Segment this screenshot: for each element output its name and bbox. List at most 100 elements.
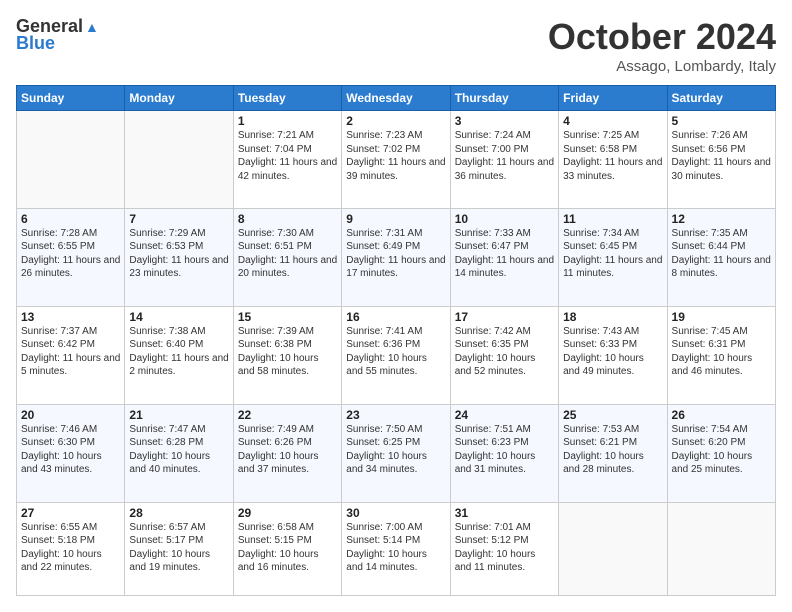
cell-sun-info: Sunrise: 7:35 AM Sunset: 6:44 PM Dayligh… [672, 227, 771, 281]
cell-day-number: 9 [346, 212, 445, 226]
table-row: 20Sunrise: 7:46 AM Sunset: 6:30 PM Dayli… [17, 404, 125, 502]
cell-day-number: 23 [346, 408, 445, 422]
table-row: 7Sunrise: 7:29 AM Sunset: 6:53 PM Daylig… [125, 208, 233, 306]
cell-sun-info: Sunrise: 6:58 AM Sunset: 5:15 PM Dayligh… [238, 521, 337, 575]
cell-sun-info: Sunrise: 7:23 AM Sunset: 7:02 PM Dayligh… [346, 129, 445, 183]
cell-sun-info: Sunrise: 7:41 AM Sunset: 6:36 PM Dayligh… [346, 325, 445, 379]
cell-day-number: 15 [238, 310, 337, 324]
cell-sun-info: Sunrise: 6:55 AM Sunset: 5:18 PM Dayligh… [21, 521, 120, 575]
cell-day-number: 31 [455, 506, 554, 520]
table-row: 16Sunrise: 7:41 AM Sunset: 6:36 PM Dayli… [342, 306, 450, 404]
cell-sun-info: Sunrise: 7:53 AM Sunset: 6:21 PM Dayligh… [563, 423, 662, 477]
cell-sun-info: Sunrise: 7:30 AM Sunset: 6:51 PM Dayligh… [238, 227, 337, 281]
table-row: 23Sunrise: 7:50 AM Sunset: 6:25 PM Dayli… [342, 404, 450, 502]
cell-day-number: 14 [129, 310, 228, 324]
cell-sun-info: Sunrise: 7:49 AM Sunset: 6:26 PM Dayligh… [238, 423, 337, 477]
logo: General ▲ Blue [16, 16, 99, 54]
cell-sun-info: Sunrise: 7:33 AM Sunset: 6:47 PM Dayligh… [455, 227, 554, 281]
col-wednesday: Wednesday [342, 86, 450, 111]
table-row [125, 111, 233, 209]
table-row: 29Sunrise: 6:58 AM Sunset: 5:15 PM Dayli… [233, 502, 341, 595]
table-row: 27Sunrise: 6:55 AM Sunset: 5:18 PM Dayli… [17, 502, 125, 595]
table-row: 18Sunrise: 7:43 AM Sunset: 6:33 PM Dayli… [559, 306, 667, 404]
cell-sun-info: Sunrise: 7:29 AM Sunset: 6:53 PM Dayligh… [129, 227, 228, 281]
title-area: October 2024 Assago, Lombardy, Italy [548, 16, 776, 75]
table-row: 14Sunrise: 7:38 AM Sunset: 6:40 PM Dayli… [125, 306, 233, 404]
page: General ▲ Blue October 2024 Assago, Lomb… [0, 0, 792, 612]
cell-sun-info: Sunrise: 7:34 AM Sunset: 6:45 PM Dayligh… [563, 227, 662, 281]
location: Assago, Lombardy, Italy [548, 58, 776, 75]
cell-day-number: 22 [238, 408, 337, 422]
table-row: 30Sunrise: 7:00 AM Sunset: 5:14 PM Dayli… [342, 502, 450, 595]
cell-day-number: 4 [563, 114, 662, 128]
table-row [667, 502, 775, 595]
table-row: 3Sunrise: 7:24 AM Sunset: 7:00 PM Daylig… [450, 111, 558, 209]
cell-sun-info: Sunrise: 7:47 AM Sunset: 6:28 PM Dayligh… [129, 423, 228, 477]
table-row [17, 111, 125, 209]
table-row [559, 502, 667, 595]
cell-sun-info: Sunrise: 7:26 AM Sunset: 6:56 PM Dayligh… [672, 129, 771, 183]
cell-day-number: 5 [672, 114, 771, 128]
cell-day-number: 24 [455, 408, 554, 422]
col-sunday: Sunday [17, 86, 125, 111]
cell-day-number: 12 [672, 212, 771, 226]
table-row: 21Sunrise: 7:47 AM Sunset: 6:28 PM Dayli… [125, 404, 233, 502]
cell-sun-info: Sunrise: 7:50 AM Sunset: 6:25 PM Dayligh… [346, 423, 445, 477]
cell-sun-info: Sunrise: 7:54 AM Sunset: 6:20 PM Dayligh… [672, 423, 771, 477]
cell-sun-info: Sunrise: 7:21 AM Sunset: 7:04 PM Dayligh… [238, 129, 337, 183]
logo-blue-text: Blue [16, 33, 55, 54]
col-tuesday: Tuesday [233, 86, 341, 111]
table-row: 26Sunrise: 7:54 AM Sunset: 6:20 PM Dayli… [667, 404, 775, 502]
table-row: 4Sunrise: 7:25 AM Sunset: 6:58 PM Daylig… [559, 111, 667, 209]
table-row: 12Sunrise: 7:35 AM Sunset: 6:44 PM Dayli… [667, 208, 775, 306]
cell-sun-info: Sunrise: 7:25 AM Sunset: 6:58 PM Dayligh… [563, 129, 662, 183]
table-row: 10Sunrise: 7:33 AM Sunset: 6:47 PM Dayli… [450, 208, 558, 306]
cell-day-number: 17 [455, 310, 554, 324]
calendar-table: Sunday Monday Tuesday Wednesday Thursday… [16, 85, 776, 596]
cell-day-number: 16 [346, 310, 445, 324]
table-row: 19Sunrise: 7:45 AM Sunset: 6:31 PM Dayli… [667, 306, 775, 404]
cell-day-number: 28 [129, 506, 228, 520]
table-row: 25Sunrise: 7:53 AM Sunset: 6:21 PM Dayli… [559, 404, 667, 502]
col-friday: Friday [559, 86, 667, 111]
col-thursday: Thursday [450, 86, 558, 111]
month-title: October 2024 [548, 16, 776, 58]
cell-day-number: 2 [346, 114, 445, 128]
cell-sun-info: Sunrise: 6:57 AM Sunset: 5:17 PM Dayligh… [129, 521, 228, 575]
cell-day-number: 25 [563, 408, 662, 422]
table-row: 11Sunrise: 7:34 AM Sunset: 6:45 PM Dayli… [559, 208, 667, 306]
cell-day-number: 26 [672, 408, 771, 422]
cell-day-number: 11 [563, 212, 662, 226]
table-row: 15Sunrise: 7:39 AM Sunset: 6:38 PM Dayli… [233, 306, 341, 404]
cell-day-number: 3 [455, 114, 554, 128]
table-row: 31Sunrise: 7:01 AM Sunset: 5:12 PM Dayli… [450, 502, 558, 595]
table-row: 6Sunrise: 7:28 AM Sunset: 6:55 PM Daylig… [17, 208, 125, 306]
cell-sun-info: Sunrise: 7:51 AM Sunset: 6:23 PM Dayligh… [455, 423, 554, 477]
cell-day-number: 8 [238, 212, 337, 226]
cell-sun-info: Sunrise: 7:28 AM Sunset: 6:55 PM Dayligh… [21, 227, 120, 281]
table-row: 24Sunrise: 7:51 AM Sunset: 6:23 PM Dayli… [450, 404, 558, 502]
cell-day-number: 21 [129, 408, 228, 422]
cell-sun-info: Sunrise: 7:37 AM Sunset: 6:42 PM Dayligh… [21, 325, 120, 379]
cell-sun-info: Sunrise: 7:01 AM Sunset: 5:12 PM Dayligh… [455, 521, 554, 575]
cell-sun-info: Sunrise: 7:43 AM Sunset: 6:33 PM Dayligh… [563, 325, 662, 379]
cell-day-number: 13 [21, 310, 120, 324]
header: General ▲ Blue October 2024 Assago, Lomb… [16, 16, 776, 75]
cell-sun-info: Sunrise: 7:38 AM Sunset: 6:40 PM Dayligh… [129, 325, 228, 379]
cell-sun-info: Sunrise: 7:39 AM Sunset: 6:38 PM Dayligh… [238, 325, 337, 379]
cell-sun-info: Sunrise: 7:42 AM Sunset: 6:35 PM Dayligh… [455, 325, 554, 379]
cell-day-number: 29 [238, 506, 337, 520]
col-saturday: Saturday [667, 86, 775, 111]
table-row: 2Sunrise: 7:23 AM Sunset: 7:02 PM Daylig… [342, 111, 450, 209]
cell-day-number: 19 [672, 310, 771, 324]
table-row: 1Sunrise: 7:21 AM Sunset: 7:04 PM Daylig… [233, 111, 341, 209]
cell-sun-info: Sunrise: 7:24 AM Sunset: 7:00 PM Dayligh… [455, 129, 554, 183]
cell-day-number: 7 [129, 212, 228, 226]
cell-day-number: 20 [21, 408, 120, 422]
table-row: 8Sunrise: 7:30 AM Sunset: 6:51 PM Daylig… [233, 208, 341, 306]
cell-day-number: 1 [238, 114, 337, 128]
cell-sun-info: Sunrise: 7:45 AM Sunset: 6:31 PM Dayligh… [672, 325, 771, 379]
cell-day-number: 18 [563, 310, 662, 324]
col-monday: Monday [125, 86, 233, 111]
cell-day-number: 6 [21, 212, 120, 226]
